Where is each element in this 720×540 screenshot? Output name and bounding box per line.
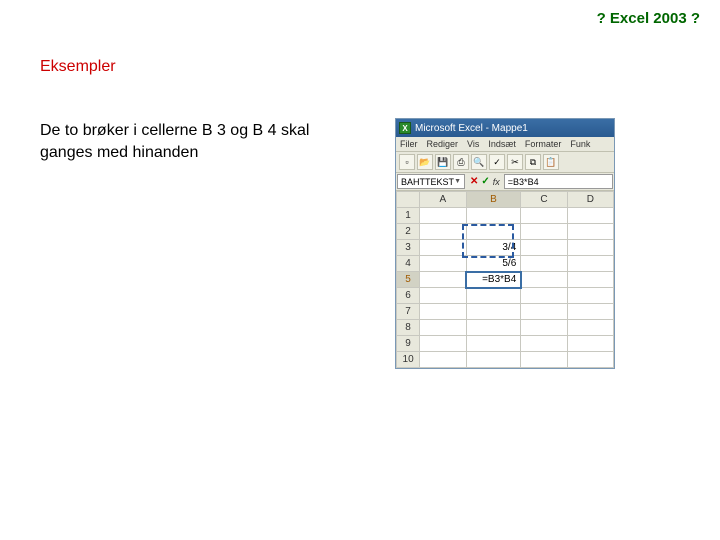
name-box-value: BAHTTEKST — [401, 177, 454, 187]
cell-a8[interactable] — [420, 320, 466, 336]
menu-item-formater[interactable]: Formater — [525, 139, 562, 149]
page-title: ? Excel 2003 ? — [597, 10, 700, 27]
name-box[interactable]: BAHTTEKST ▼ — [397, 174, 465, 189]
cell-a3[interactable] — [420, 240, 466, 256]
cell-c4[interactable] — [521, 256, 567, 272]
cell-c6[interactable] — [521, 288, 567, 304]
spell-icon[interactable]: ✓ — [489, 154, 505, 170]
cell-a5[interactable] — [420, 272, 466, 288]
menu-item-funk[interactable]: Funk — [570, 139, 590, 149]
menu-item-vis[interactable]: Vis — [467, 139, 479, 149]
cell-c2[interactable] — [521, 224, 567, 240]
cell-b4[interactable]: 5/6 — [466, 256, 521, 272]
cell-d2[interactable] — [567, 224, 613, 240]
select-all-corner[interactable] — [397, 192, 420, 208]
titlebar: X Microsoft Excel - Mappe1 — [396, 119, 614, 137]
cell-b6[interactable] — [466, 288, 521, 304]
fx-icon[interactable]: fx — [493, 177, 500, 187]
formula-controls: ✕ ✓ fx — [466, 173, 504, 190]
window-title: Microsoft Excel - Mappe1 — [415, 123, 528, 134]
cell-b2[interactable] — [466, 224, 521, 240]
cell-a10[interactable] — [420, 352, 466, 368]
cell-d10[interactable] — [567, 352, 613, 368]
open-icon[interactable]: 📂 — [417, 154, 433, 170]
menu-item-indsaet[interactable]: Indsæt — [488, 139, 516, 149]
col-header-b[interactable]: B — [466, 192, 521, 208]
cell-c9[interactable] — [521, 336, 567, 352]
col-header-c[interactable]: C — [521, 192, 567, 208]
cell-d9[interactable] — [567, 336, 613, 352]
cancel-icon[interactable]: ✕ — [470, 176, 478, 187]
formula-bar: BAHTTEKST ▼ ✕ ✓ fx =B3*B4 — [396, 173, 614, 191]
cell-d1[interactable] — [567, 208, 613, 224]
dropdown-icon[interactable]: ▼ — [454, 178, 461, 185]
cell-d4[interactable] — [567, 256, 613, 272]
cell-b7[interactable] — [466, 304, 521, 320]
formula-input[interactable]: =B3*B4 — [504, 174, 613, 189]
cell-a6[interactable] — [420, 288, 466, 304]
row-header-4[interactable]: 4 — [397, 256, 420, 272]
cell-b5[interactable]: =B3*B4 — [466, 272, 521, 288]
copy-icon[interactable]: ⧉ — [525, 154, 541, 170]
col-header-d[interactable]: D — [567, 192, 613, 208]
cell-a9[interactable] — [420, 336, 466, 352]
cell-d7[interactable] — [567, 304, 613, 320]
section-subtitle: Eksempler — [40, 58, 116, 76]
cell-a7[interactable] — [420, 304, 466, 320]
cell-d8[interactable] — [567, 320, 613, 336]
cell-a2[interactable] — [420, 224, 466, 240]
save-icon[interactable]: 💾 — [435, 154, 451, 170]
row-header-3[interactable]: 3 — [397, 240, 420, 256]
formula-value: =B3*B4 — [508, 177, 539, 187]
toolbar: ▫ 📂 💾 ⎙ 🔍 ✓ ✂ ⧉ 📋 — [396, 152, 614, 173]
row-header-10[interactable]: 10 — [397, 352, 420, 368]
preview-icon[interactable]: 🔍 — [471, 154, 487, 170]
cell-b8[interactable] — [466, 320, 521, 336]
confirm-icon[interactable]: ✓ — [481, 176, 489, 187]
cell-c3[interactable] — [521, 240, 567, 256]
cell-a1[interactable] — [420, 208, 466, 224]
row-header-5[interactable]: 5 — [397, 272, 420, 288]
menu-item-rediger[interactable]: Rediger — [427, 139, 459, 149]
paste-icon[interactable]: 📋 — [543, 154, 559, 170]
menu-item-filer[interactable]: Filer — [400, 139, 418, 149]
cell-d3[interactable] — [567, 240, 613, 256]
cell-c7[interactable] — [521, 304, 567, 320]
cell-b1[interactable] — [466, 208, 521, 224]
row-header-2[interactable]: 2 — [397, 224, 420, 240]
excel-app-icon: X — [399, 122, 411, 134]
print-icon[interactable]: ⎙ — [453, 154, 469, 170]
menubar: Filer Rediger Vis Indsæt Formater Funk — [396, 137, 614, 152]
row-header-1[interactable]: 1 — [397, 208, 420, 224]
row-header-9[interactable]: 9 — [397, 336, 420, 352]
row-header-7[interactable]: 7 — [397, 304, 420, 320]
body-paragraph: De to brøker i cellerne B 3 og B 4 skal … — [40, 120, 350, 163]
cell-c10[interactable] — [521, 352, 567, 368]
cell-c5[interactable] — [521, 272, 567, 288]
excel-window: X Microsoft Excel - Mappe1 Filer Rediger… — [395, 118, 615, 369]
row-header-6[interactable]: 6 — [397, 288, 420, 304]
cell-d5[interactable] — [567, 272, 613, 288]
new-icon[interactable]: ▫ — [399, 154, 415, 170]
cell-c8[interactable] — [521, 320, 567, 336]
cell-b3[interactable]: 3/4 — [466, 240, 521, 256]
grid-area: A B C D 1 2 3 3/4 4 5/6 5 =B3*B4 6 7 8 9 10 — [396, 191, 614, 368]
cell-b9[interactable] — [466, 336, 521, 352]
col-header-a[interactable]: A — [420, 192, 466, 208]
cut-icon[interactable]: ✂ — [507, 154, 523, 170]
spreadsheet-grid[interactable]: A B C D 1 2 3 3/4 4 5/6 5 =B3*B4 6 7 8 9 10 — [396, 191, 614, 368]
row-header-8[interactable]: 8 — [397, 320, 420, 336]
cell-c1[interactable] — [521, 208, 567, 224]
cell-d6[interactable] — [567, 288, 613, 304]
cell-a4[interactable] — [420, 256, 466, 272]
cell-b10[interactable] — [466, 352, 521, 368]
